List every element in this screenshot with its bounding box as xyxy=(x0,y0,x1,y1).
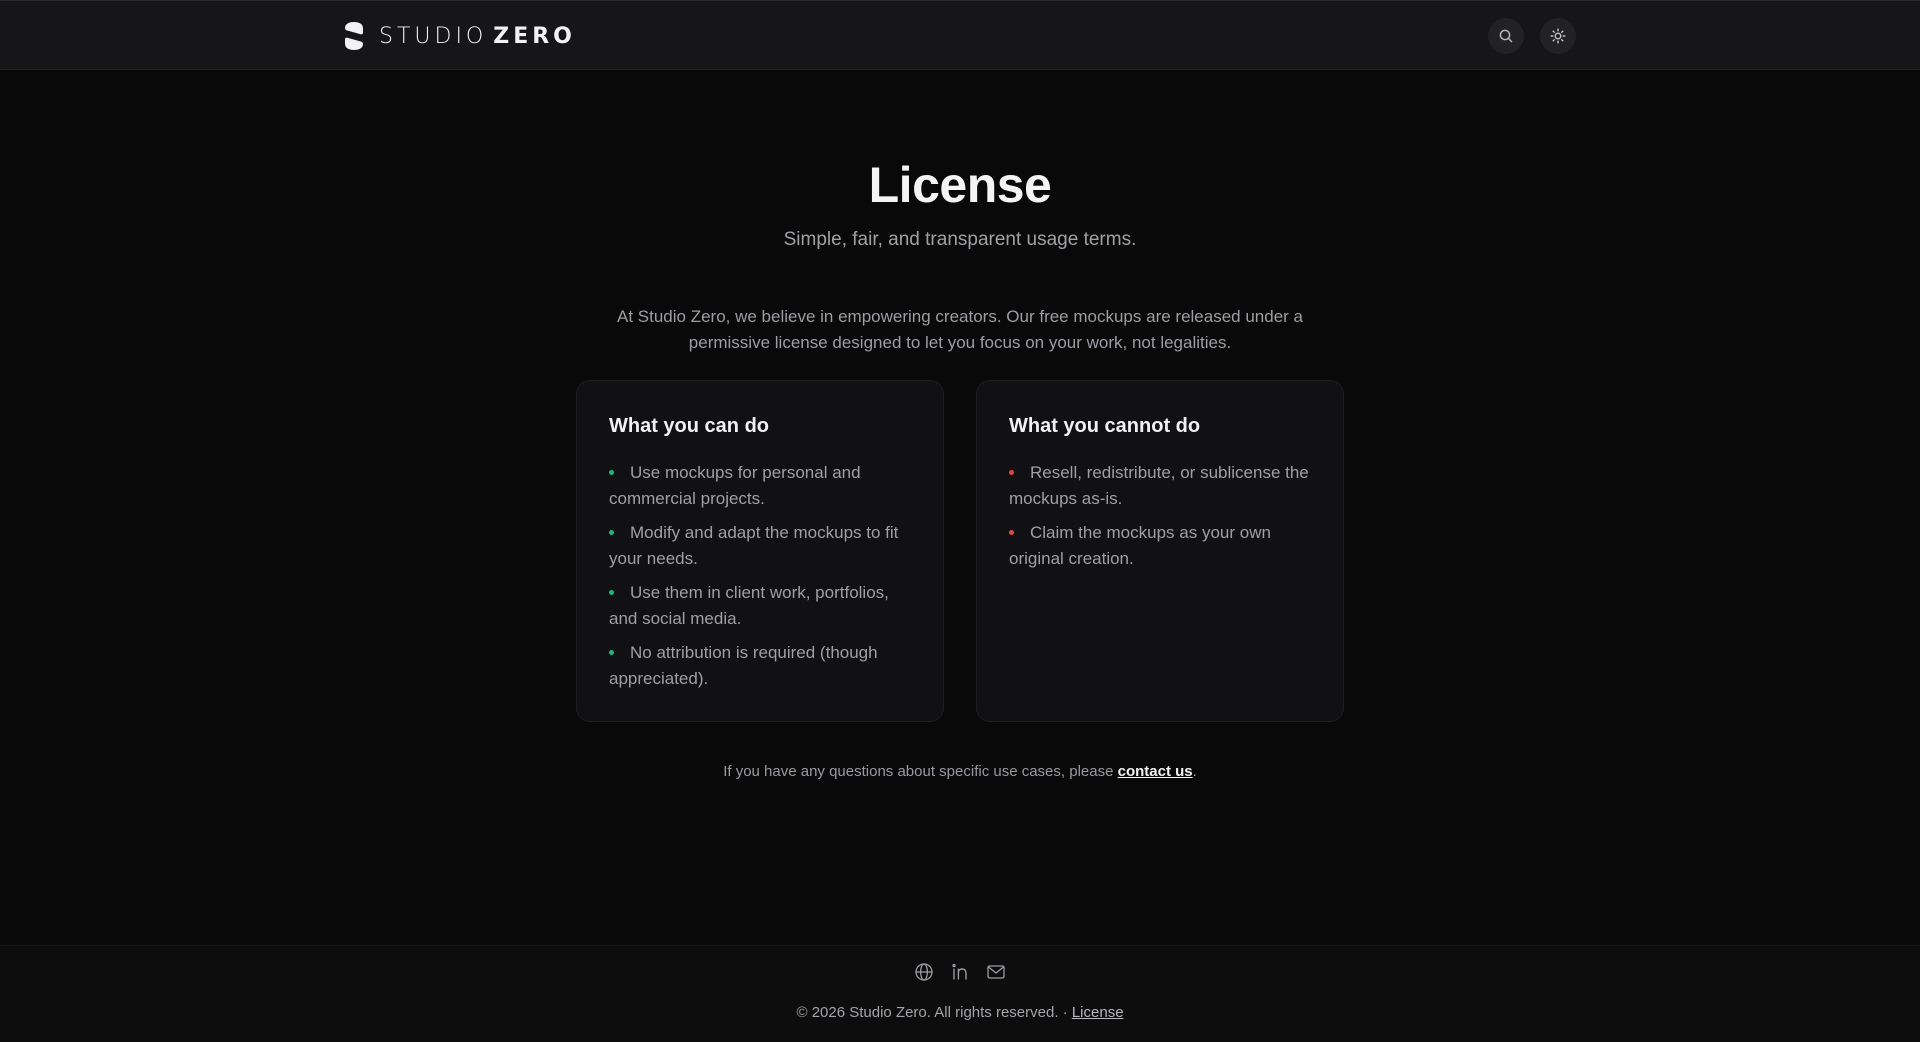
prohibited-uses-card: What you cannot do Resell, redistribute,… xyxy=(976,380,1344,722)
site-footer: © 2026 Studio Zero. All rights reserved.… xyxy=(0,945,1920,1042)
search-button[interactable] xyxy=(1488,18,1524,54)
green-bullet-icon xyxy=(609,469,614,475)
copyright-notice: © 2026 Studio Zero. All rights reserved.… xyxy=(0,1004,1920,1021)
linkedin-icon xyxy=(952,963,967,980)
list-item: Resell, redistribute, or sublicense the … xyxy=(1009,460,1311,512)
logo-mark-icon xyxy=(345,22,363,50)
site-header: STUDIO ZERO xyxy=(0,0,1920,70)
search-icon xyxy=(1499,29,1513,43)
website-link[interactable] xyxy=(914,962,934,982)
allowed-uses-heading: What you can do xyxy=(609,415,769,437)
copyright-text: © 2026 Studio Zero. All rights reserved.… xyxy=(796,1004,1072,1021)
list-item-text: No attribution is required (though appre… xyxy=(609,643,878,688)
page: STUDIOZERO License Simple, fair, and tr xyxy=(0,0,1920,1042)
list-item: No attribution is required (though appre… xyxy=(609,640,911,692)
list-item: Use mockups for personal and commercial … xyxy=(609,460,911,512)
prohibited-uses-heading: What you cannot do xyxy=(1009,415,1201,437)
green-bullet-icon xyxy=(609,649,614,655)
page-subtitle: Simple, fair, and transparent usage term… xyxy=(783,229,1137,250)
green-bullet-icon xyxy=(609,529,614,535)
allowed-uses-card: What you can do Use mockups for personal… xyxy=(576,380,944,722)
globe-icon xyxy=(915,963,933,981)
email-link[interactable] xyxy=(986,962,1006,982)
list-item: Use them in client work, portfolios, and… xyxy=(609,580,911,632)
brand-name-secondary: ZERO xyxy=(493,23,576,49)
list-item-text: Claim the mockups as your own original c… xyxy=(1009,523,1271,568)
list-item-text: Resell, redistribute, or sublicense the … xyxy=(1009,463,1309,508)
list-item: Modify and adapt the mockups to fit your… xyxy=(609,520,911,572)
intro-paragraph: At Studio Zero, we believe in empowering… xyxy=(616,307,1303,352)
brand-name: STUDIO ZERO xyxy=(379,24,576,49)
social-links xyxy=(0,962,1920,982)
contact-note-suffix: . xyxy=(1192,763,1197,780)
prohibited-uses-list: Resell, redistribute, or sublicense the … xyxy=(1009,460,1311,572)
footer-license-link[interactable]: License xyxy=(1072,1004,1124,1021)
allowed-uses-list: Use mockups for personal and commercial … xyxy=(609,460,911,692)
red-bullet-icon xyxy=(1009,529,1014,535)
contact-us-link[interactable]: contact us xyxy=(1118,763,1193,780)
list-item: Claim the mockups as your own original c… xyxy=(1009,520,1311,572)
linkedin-link[interactable] xyxy=(950,962,970,982)
list-item-text: Modify and adapt the mockups to fit your… xyxy=(609,523,899,568)
contact-note: If you have any questions about specific… xyxy=(0,763,1920,780)
list-item-text: Use them in client work, portfolios, and… xyxy=(609,583,889,628)
theme-toggle-button[interactable] xyxy=(1540,18,1576,54)
brand-logo-link[interactable]: STUDIO ZERO xyxy=(343,21,576,51)
mail-icon xyxy=(987,965,1005,979)
red-bullet-icon xyxy=(1009,469,1014,475)
sun-icon xyxy=(1550,28,1566,44)
contact-note-prefix: If you have any questions about specific… xyxy=(723,763,1118,780)
brand-name-primary: STUDIO xyxy=(379,23,488,49)
page-title: License xyxy=(868,157,1052,213)
list-item-text: Use mockups for personal and commercial … xyxy=(609,463,861,508)
green-bullet-icon xyxy=(609,589,614,595)
